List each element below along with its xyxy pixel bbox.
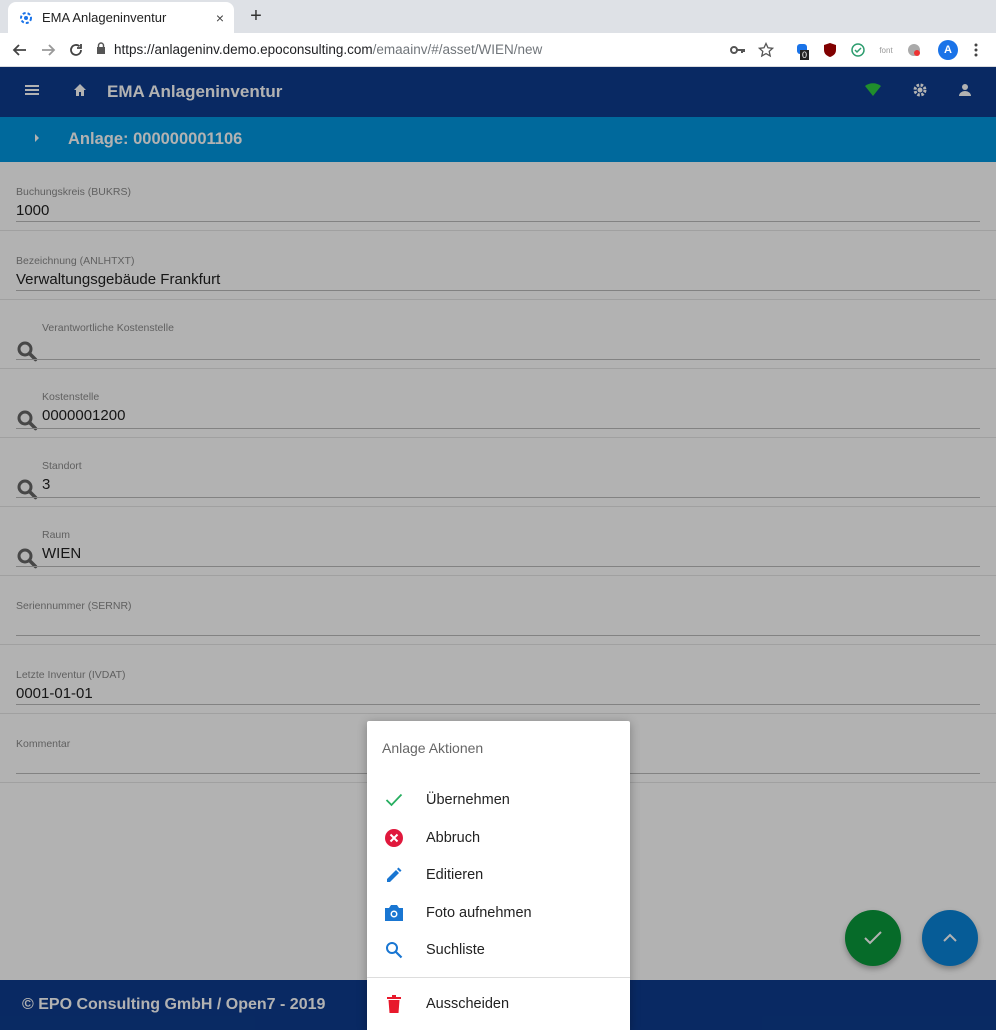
url-domain: https://anlageninv.demo.epoconsulting.co… xyxy=(114,42,373,57)
action-uebernehmen[interactable]: Übernehmen xyxy=(367,782,630,818)
browser-tab[interactable]: EMA Anlageninventur × xyxy=(8,2,234,33)
action-label: Suchliste xyxy=(426,942,485,958)
tab-close-icon[interactable]: × xyxy=(216,10,224,26)
search-icon xyxy=(382,938,406,962)
url-path: /emaainv/#/asset/WIEN/new xyxy=(372,42,543,57)
action-label: Ausscheiden xyxy=(426,996,510,1012)
reload-icon[interactable] xyxy=(62,36,90,64)
action-editieren[interactable]: Editieren xyxy=(367,857,630,893)
app-favicon-icon xyxy=(18,10,34,26)
extension-notifier-icon[interactable]: 0 xyxy=(788,36,816,64)
key-icon[interactable] xyxy=(724,36,752,64)
bookmark-star-icon[interactable] xyxy=(752,36,780,64)
pencil-icon xyxy=(382,863,406,887)
forward-icon[interactable] xyxy=(34,36,62,64)
profile-avatar[interactable]: A xyxy=(934,36,962,64)
ublock-icon[interactable] xyxy=(816,36,844,64)
action-ausscheiden[interactable]: Ausscheiden xyxy=(367,986,630,1022)
new-tab-button[interactable]: + xyxy=(244,4,268,28)
extension-check-icon[interactable] xyxy=(844,36,872,64)
action-sheet: Anlage Aktionen Übernehmen Abbruch Editi… xyxy=(367,721,630,1030)
browser-tabbar: EMA Anlageninventur × + xyxy=(0,0,996,33)
back-icon[interactable] xyxy=(6,36,34,64)
browser-menu-icon[interactable] xyxy=(962,36,990,64)
action-abbruch[interactable]: Abbruch xyxy=(367,820,630,856)
lock-icon xyxy=(96,42,106,57)
action-sheet-divider xyxy=(367,977,630,978)
cancel-icon xyxy=(382,826,406,850)
font-extension-icon[interactable]: font xyxy=(872,36,900,64)
extension-ghost-icon[interactable] xyxy=(900,36,928,64)
address-bar[interactable]: https://anlageninv.demo.epoconsulting.co… xyxy=(96,36,696,64)
trash-icon xyxy=(382,992,406,1016)
browser-toolbar: https://anlageninv.demo.epoconsulting.co… xyxy=(0,33,996,67)
camera-icon xyxy=(382,901,406,925)
action-label: Übernehmen xyxy=(426,792,510,808)
action-label: Abbruch xyxy=(426,830,481,846)
action-label: Editieren xyxy=(426,867,484,883)
extension-badge: 0 xyxy=(800,50,810,60)
check-icon xyxy=(382,788,406,812)
action-suchliste[interactable]: Suchliste xyxy=(367,932,630,968)
action-foto-aufnehmen[interactable]: Foto aufnehmen xyxy=(367,895,630,931)
action-sheet-title: Anlage Aktionen xyxy=(382,740,484,756)
tab-title: EMA Anlageninventur xyxy=(42,10,167,25)
profile-avatar-letter: A xyxy=(938,40,958,60)
action-label: Foto aufnehmen xyxy=(426,905,532,921)
